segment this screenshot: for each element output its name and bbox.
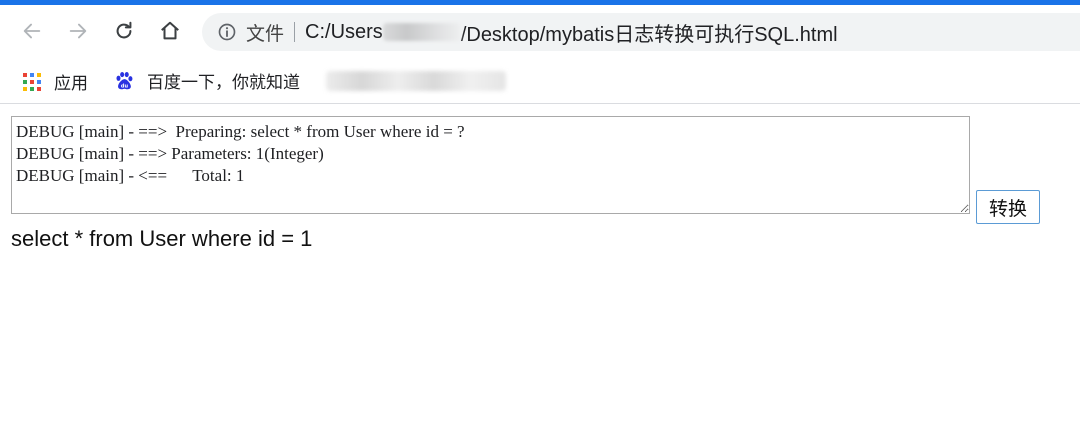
address-url[interactable]: C:/Users /Desktop/mybatis日志转换可执行SQL.html [305,18,838,47]
url-prefix: C:/Users [305,20,383,43]
baidu-paw-icon: du [116,71,133,89]
info-icon[interactable] [216,21,238,43]
forward-arrow-icon [69,23,87,39]
bookmark-apps[interactable]: 应用 [22,69,88,94]
address-chip: 文件 [246,22,285,45]
url-suffix: /Desktop/mybatis日志转换可执行SQL.html [460,23,838,46]
browser-toolbar: 文件 C:/Users /Desktop/mybatis日志转换可执行SQL.h… [0,5,1080,57]
result-sql: select * from User where id = 1 [11,226,313,251]
reload-button[interactable] [110,17,138,45]
redacted-bookmark [326,71,506,91]
back-button[interactable] [18,17,46,45]
page-content: DEBUG [main] - ==> Preparing: select * f… [0,104,1080,429]
bookmarks-bar: 应用 du 百度一下，你就知道 [0,57,1080,104]
svg-text:du: du [121,83,129,89]
home-button[interactable] [156,17,184,45]
bookmark-apps-label: 应用 [54,74,88,94]
address-separator [294,22,296,42]
bookmark-baidu-label: 百度一下，你就知道 [147,73,300,93]
bookmark-baidu[interactable]: du 百度一下，你就知道 [113,68,300,93]
reload-icon [116,21,132,39]
apps-grid-icon [23,72,41,91]
convert-button[interactable]: 转换 [976,190,1040,224]
redacted-username [382,23,461,41]
back-arrow-icon [23,23,41,39]
forward-button[interactable] [64,17,92,45]
log-input[interactable]: DEBUG [main] - ==> Preparing: select * f… [11,116,970,214]
address-bar[interactable]: 文件 C:/Users /Desktop/mybatis日志转换可执行SQL.h… [202,13,1080,51]
home-icon [161,21,179,40]
